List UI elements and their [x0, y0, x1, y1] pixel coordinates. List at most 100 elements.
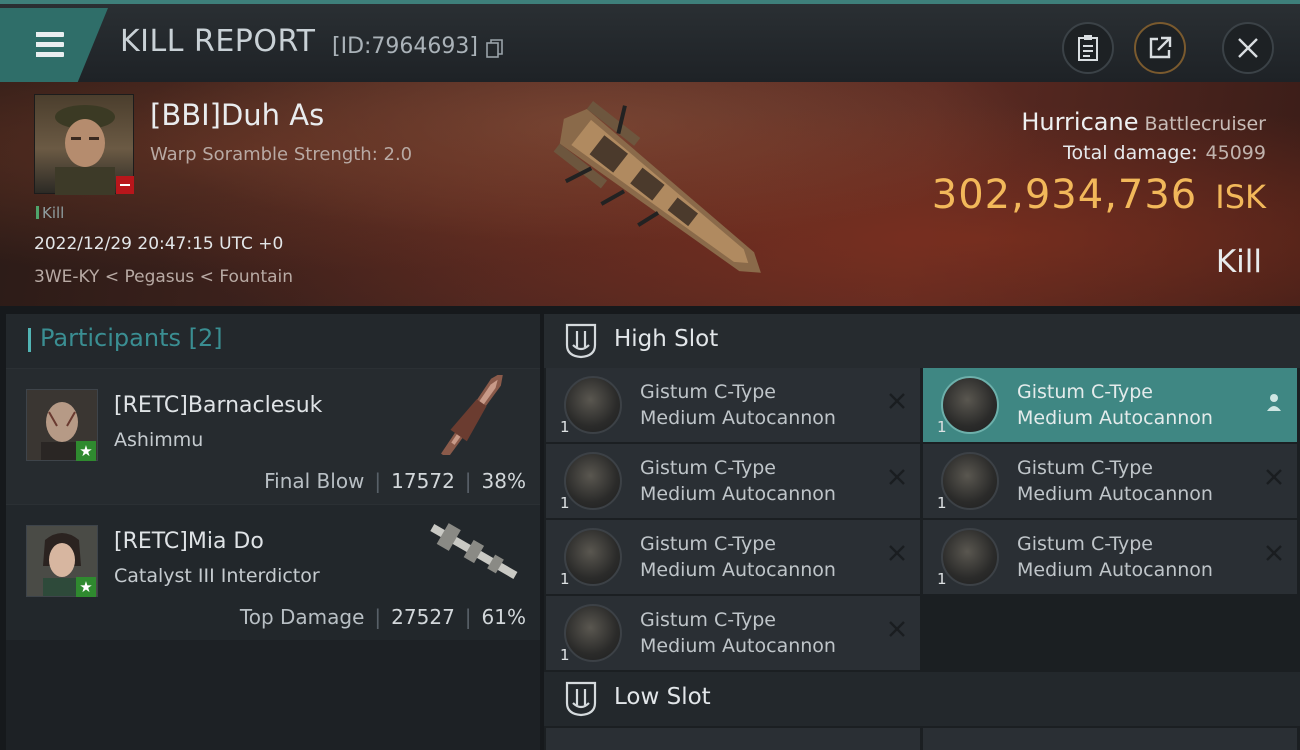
module-quantity: 1	[937, 570, 947, 588]
autocannon-icon	[941, 452, 999, 510]
module-item[interactable]	[923, 728, 1297, 750]
victim-subtitle: Warp Soramble Strength: 2.0	[150, 144, 413, 165]
participant-percent: 61%	[481, 605, 526, 629]
isk-currency: ISK	[1215, 178, 1266, 216]
module-name-line2: Medium Autocannon	[640, 635, 836, 657]
autocannon-icon	[564, 376, 622, 434]
module-item[interactable]: 1 Gistum C-Type Medium Autocannon	[923, 368, 1297, 442]
low-slot-label: Low Slot	[614, 684, 711, 710]
module-item[interactable]: 1 Gistum C-Type Medium Autocannon	[546, 444, 920, 518]
module-name-line2: Medium Autocannon	[1017, 407, 1213, 429]
module-item[interactable]	[546, 728, 920, 750]
module-name-line1: Gistum C-Type	[640, 609, 776, 631]
kill-tag: Kill	[36, 204, 64, 222]
close-x-icon	[1266, 545, 1282, 561]
low-slot-header: Low Slot	[544, 672, 1300, 726]
window-title: KILL REPORT	[120, 24, 316, 59]
module-name-line1: Gistum C-Type	[1017, 533, 1153, 555]
participant-damage: 17572	[391, 469, 455, 493]
participant-row[interactable]: ★ [RETC]Mia Do Catalyst III Interdictor …	[6, 504, 540, 640]
module-name-line1: Gistum C-Type	[1017, 381, 1153, 403]
total-damage: Total damage: 45099	[1063, 142, 1266, 164]
autocannon-icon	[941, 528, 999, 586]
close-x-icon	[1266, 469, 1282, 485]
copy-icon[interactable]	[486, 39, 504, 59]
victim-name[interactable]: [BBI]Duh As	[150, 98, 324, 132]
participant-name[interactable]: [RETC]Barnaclesuk	[114, 393, 322, 418]
participants-header: Participants [2]	[6, 314, 540, 368]
module-name-line1: Gistum C-Type	[640, 533, 776, 555]
participants-panel: Participants [2] ★ [RETC]Barnaclesuk Ash…	[6, 314, 540, 750]
friendly-badge: ★	[76, 441, 96, 461]
close-x-icon	[889, 393, 905, 409]
kill-location[interactable]: 3WE-KY < Pegasus < Fountain	[34, 267, 293, 287]
close-button[interactable]	[1222, 22, 1274, 74]
friendly-badge: ★	[76, 577, 96, 597]
module-quantity: 1	[560, 570, 570, 588]
participant-role: Final Blow	[264, 469, 365, 493]
module-name-line2: Medium Autocannon	[640, 559, 836, 581]
header-accent	[28, 328, 31, 352]
module-name-line1: Gistum C-Type	[1017, 457, 1153, 479]
high-slot-label: High Slot	[614, 326, 719, 352]
slot-icon	[565, 323, 597, 359]
autocannon-icon	[564, 528, 622, 586]
high-slot-header: High Slot	[544, 314, 1300, 368]
module-name-line2: Medium Autocannon	[640, 483, 836, 505]
participants-title: Participants [2]	[40, 324, 223, 352]
autocannon-icon	[564, 604, 622, 662]
menu-button[interactable]	[0, 8, 108, 82]
share-button[interactable]	[1134, 22, 1186, 74]
module-name-line2: Medium Autocannon	[1017, 483, 1213, 505]
participant-ship[interactable]: Catalyst III Interdictor	[114, 565, 320, 587]
title-bar: KILL REPORT [ID:7964693]	[0, 0, 1300, 82]
participant-row[interactable]: ★ [RETC]Barnaclesuk Ashimmu Final Blow | 1…	[6, 368, 540, 504]
kill-datetime: 2022/12/29 20:47:15 UTC +0	[34, 234, 284, 254]
module-name-line1: Gistum C-Type	[640, 457, 776, 479]
result-label: Kill	[1215, 244, 1262, 280]
participant-role: Top Damage	[239, 605, 365, 629]
close-x-icon	[889, 621, 905, 637]
isk-amount: 302,934,736	[931, 172, 1198, 218]
module-name-line2: Medium Autocannon	[1017, 559, 1213, 581]
participants-count: [2]	[188, 324, 223, 352]
module-quantity: 1	[937, 418, 947, 436]
module-quantity: 1	[560, 646, 570, 664]
total-damage-value: 45099	[1205, 142, 1266, 164]
module-quantity: 1	[560, 418, 570, 436]
participant-ship-image[interactable]	[418, 375, 528, 455]
module-name-line2: Medium Autocannon	[640, 407, 836, 429]
pilot-icon	[1267, 394, 1281, 411]
autocannon-icon	[564, 452, 622, 510]
total-damage-label: Total damage:	[1063, 142, 1198, 164]
ship-class: Battlecruiser	[1144, 113, 1266, 135]
module-item[interactable]: 1 Gistum C-Type Medium Autocannon	[546, 596, 920, 670]
isk-value: 302,934,736 ISK	[932, 172, 1266, 218]
participant-stats: Top Damage | 27527 | 61%	[239, 605, 526, 629]
autocannon-icon	[941, 376, 999, 434]
kill-summary-banner: [BBI]Duh As Warp Soramble Strength: 2.0 …	[0, 82, 1300, 306]
close-x-icon	[889, 545, 905, 561]
module-item[interactable]: 1 Gistum C-Type Medium Autocannon	[546, 520, 920, 594]
module-quantity: 1	[937, 494, 947, 512]
clipboard-icon	[1078, 35, 1098, 61]
victim-ship-image[interactable]	[520, 82, 800, 306]
hostile-badge	[116, 176, 134, 194]
share-icon	[1149, 36, 1172, 59]
participant-stats: Final Blow | 17572 | 38%	[264, 469, 526, 493]
slot-icon	[565, 681, 597, 717]
fitting-panel: High Slot 1 Gistum C-Type Medium Autocan…	[544, 314, 1300, 750]
clipboard-button[interactable]	[1062, 22, 1114, 74]
kill-id: [ID:7964693]	[332, 34, 478, 59]
participant-name[interactable]: [RETC]Mia Do	[114, 529, 264, 554]
close-x-icon	[889, 469, 905, 485]
module-item[interactable]: 1 Gistum C-Type Medium Autocannon	[546, 368, 920, 442]
participant-damage: 27527	[391, 605, 455, 629]
participant-ship[interactable]: Ashimmu	[114, 429, 203, 451]
ship-name-text: Hurricane	[1021, 108, 1139, 136]
module-item[interactable]: 1 Gistum C-Type Medium Autocannon	[923, 444, 1297, 518]
participants-label: Participants	[40, 324, 181, 352]
victim-ship-name[interactable]: Hurricane Battlecruiser	[1021, 108, 1266, 136]
module-item[interactable]: 1 Gistum C-Type Medium Autocannon	[923, 520, 1297, 594]
participant-ship-image[interactable]	[418, 511, 528, 591]
